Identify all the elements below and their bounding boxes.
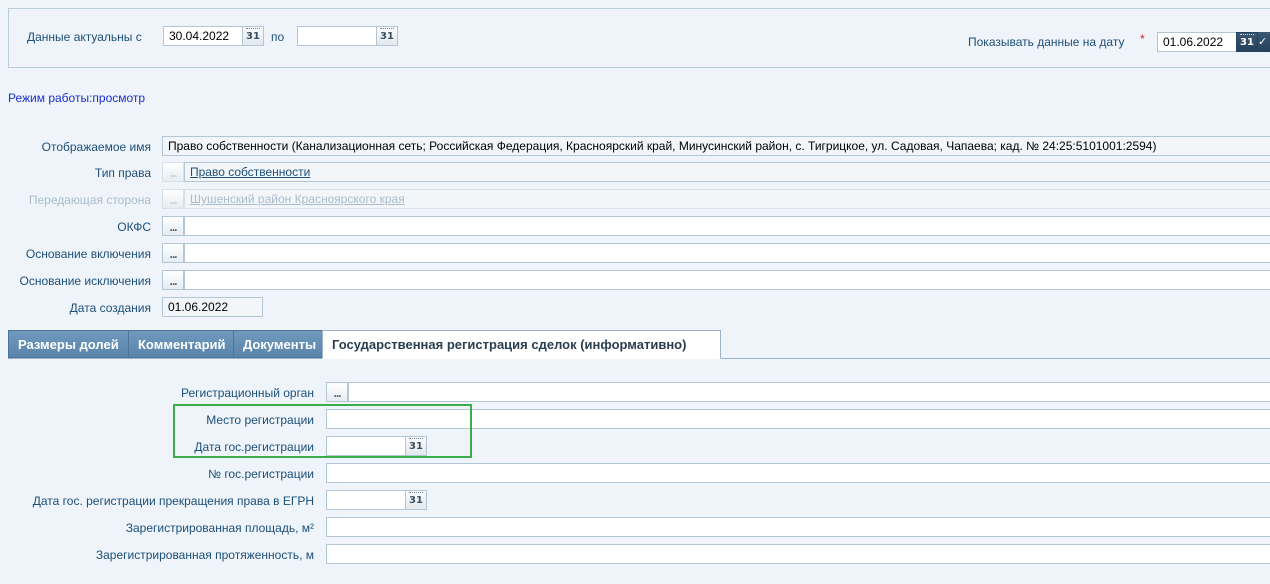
transferring-party-link: Шушенский район Красноярского края bbox=[190, 192, 405, 206]
actual-from-input[interactable]: 30.04.2022 bbox=[163, 26, 243, 46]
inclusion-basis-picker-button[interactable]: ... bbox=[162, 243, 184, 263]
reg-body-field[interactable] bbox=[348, 382, 1270, 402]
tab-state-registration[interactable]: Государственная регистрация сделок (инфо… bbox=[322, 330, 721, 359]
actual-to-calendar-icon[interactable]: 31 bbox=[376, 26, 398, 46]
transferring-party-picker-button: ... bbox=[162, 189, 184, 209]
actual-to-input[interactable] bbox=[297, 26, 377, 46]
required-mark: * bbox=[1140, 32, 1145, 46]
area-field[interactable] bbox=[326, 517, 1270, 537]
reg-number-label: № гос.регистрации bbox=[208, 467, 314, 481]
right-type-link[interactable]: Право собственности bbox=[190, 165, 310, 179]
tab-comment[interactable]: Комментарий bbox=[128, 330, 234, 358]
creation-date-label: Дата создания bbox=[69, 301, 151, 315]
area-label: Зарегистрированная площадь, м² bbox=[125, 521, 314, 535]
exclusion-basis-label: Основание исключения bbox=[19, 274, 151, 288]
length-label: Зарегистрированная протяженность, м bbox=[95, 548, 314, 562]
show-on-date-input[interactable]: 01.06.2022 bbox=[1157, 32, 1237, 52]
exclusion-basis-field[interactable] bbox=[184, 270, 1270, 290]
display-name-field: Право собственности (Канализационная сет… bbox=[162, 136, 1270, 156]
length-field[interactable] bbox=[326, 544, 1270, 564]
inclusion-basis-field[interactable] bbox=[184, 243, 1270, 263]
termination-date-calendar-icon[interactable]: 31 bbox=[405, 490, 427, 510]
okfs-label: ОКФС bbox=[117, 220, 151, 234]
exclusion-basis-picker-button[interactable]: ... bbox=[162, 270, 184, 290]
apply-check-icon[interactable]: ✓ bbox=[1258, 32, 1270, 52]
reg-body-label: Регистрационный орган bbox=[180, 386, 314, 400]
right-type-picker-button[interactable]: ... bbox=[162, 162, 184, 182]
okfs-field[interactable] bbox=[184, 216, 1270, 236]
right-type-label: Тип права bbox=[94, 166, 151, 180]
reg-number-field[interactable] bbox=[326, 463, 1270, 483]
right-type-field: Право собственности bbox=[184, 162, 1270, 182]
actual-from-calendar-icon[interactable]: 31 bbox=[242, 26, 264, 46]
show-on-date-calendar-icon[interactable]: 31 bbox=[1236, 32, 1258, 52]
okfs-picker-button[interactable]: ... bbox=[162, 216, 184, 236]
termination-date-label: Дата гос. регистрации прекращения права … bbox=[32, 494, 314, 508]
highlight-box bbox=[173, 404, 472, 458]
transferring-party-field: Шушенский район Красноярского края bbox=[184, 189, 1270, 209]
tab-documents[interactable]: Документы bbox=[233, 330, 323, 358]
tab-share-sizes[interactable]: Размеры долей bbox=[8, 330, 129, 358]
mode-text: Режим работы:просмотр bbox=[8, 91, 146, 105]
actual-from-label: Данные актуальны с bbox=[27, 30, 142, 44]
to-label: по bbox=[271, 30, 285, 44]
creation-date-field: 01.06.2022 bbox=[162, 297, 263, 317]
inclusion-basis-label: Основание включения bbox=[25, 247, 151, 261]
transferring-party-label: Передающая сторона bbox=[28, 193, 151, 207]
show-on-date-label: Показывать данные на дату bbox=[968, 35, 1125, 49]
termination-date-input[interactable] bbox=[326, 490, 406, 510]
reg-body-picker-button[interactable]: ... bbox=[326, 382, 348, 402]
display-name-label: Отображаемое имя bbox=[41, 140, 151, 154]
